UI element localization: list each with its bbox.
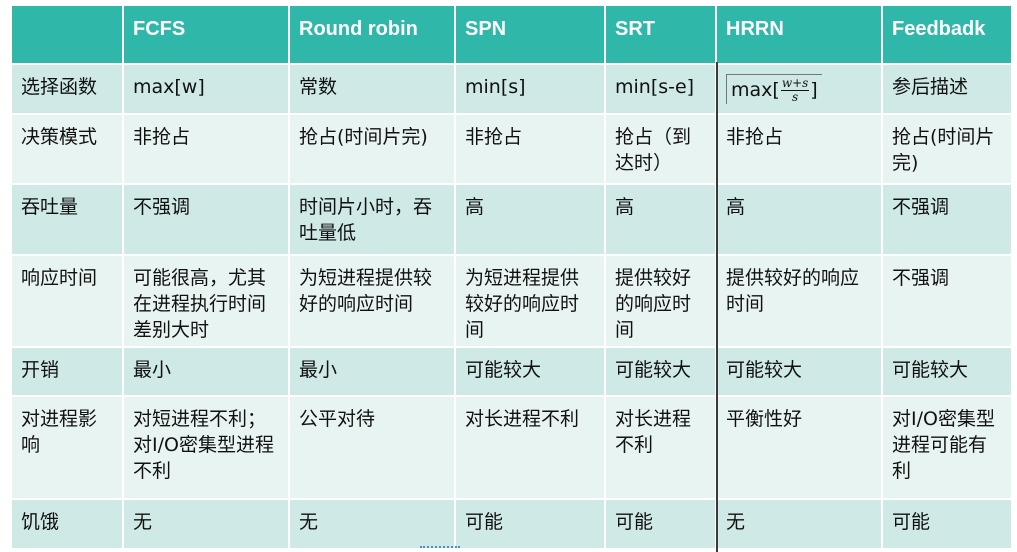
table-cell: 对长进程不利 [605, 396, 717, 500]
formula-fraction: w+s s [780, 76, 810, 104]
table-row: 对进程影响 对短进程不利；对I/O密集型进程不利 公平对待 对长进程不利 对长进… [12, 396, 1013, 500]
table-cell: 抢占(时间片完) [882, 114, 1013, 185]
row-label: 响应时间 [12, 255, 124, 348]
table-cell: 抢占（到达时） [605, 114, 717, 185]
header-cell-feedback: Feedbadk [882, 6, 1013, 65]
table-cell: 公平对待 [289, 396, 456, 500]
table-cell: max[w] [123, 64, 290, 115]
table-cell: 不强调 [123, 184, 290, 256]
header-cell-round-robin: Round robin [289, 6, 456, 65]
table-cell: 对短进程不利；对I/O密集型进程不利 [123, 396, 290, 500]
table-cell: 可能 [605, 499, 717, 550]
table-cell: 可能较大 [882, 347, 1013, 397]
table-cell: 提供较好的响应时间 [716, 255, 883, 348]
table-cell: 平衡性好 [716, 396, 883, 500]
table-cell: 时间片小时，吞吐量低 [289, 184, 456, 256]
table-row: 选择函数 max[w] 常数 min[s] min[s-e] max[w+s s]… [12, 64, 1013, 115]
table-cell: 不强调 [882, 184, 1013, 256]
page: FCFS Round robin SPN SRT HRRN Feedbadk 选… [0, 0, 1017, 552]
row-label: 饥饿 [12, 499, 124, 550]
table-row: 开销 最小 最小 可能较大 可能较大 可能较大 可能较大 [12, 347, 1013, 397]
table-cell: 抢占(时间片完) [289, 114, 456, 185]
table-cell: 对I/O密集型进程可能有利 [882, 396, 1013, 500]
table-cell: 可能 [882, 499, 1013, 550]
row-label: 开销 [12, 347, 124, 397]
header-cell-fcfs: FCFS [123, 6, 290, 65]
table-cell: 可能 [455, 499, 606, 550]
row-label: 决策模式 [12, 114, 124, 185]
table-row: 吞吐量 不强调 时间片小时，吞吐量低 高 高 高 不强调 [12, 184, 1013, 256]
formula-denominator: s [791, 90, 799, 104]
header-cell-hrrn: HRRN [716, 6, 883, 65]
table-cell: 常数 [289, 64, 456, 115]
header-row: FCFS Round robin SPN SRT HRRN Feedbadk [12, 6, 1013, 65]
row-label: 对进程影响 [12, 396, 124, 500]
table-row: 决策模式 非抢占 抢占(时间片完) 非抢占 抢占（到达时） 非抢占 抢占(时间片… [12, 114, 1013, 185]
table-cell: 高 [455, 184, 606, 256]
table-cell: 对长进程不利 [455, 396, 606, 500]
table-cell: 提供较好的响应时间 [605, 255, 717, 348]
table-cell: 无 [123, 499, 290, 550]
table-cell: 不强调 [882, 255, 1013, 348]
table-cell-hrrn-formula: max[w+s s] [716, 64, 883, 115]
formula-prefix: max[ [731, 79, 780, 101]
table-cell: 为短进程提供较好的响应时间 [289, 255, 456, 348]
table-cell: 无 [716, 499, 883, 550]
table-cell: 高 [716, 184, 883, 256]
row-label: 吞吐量 [12, 184, 124, 256]
formula-numerator: w+s [780, 76, 810, 91]
row-label: 选择函数 [12, 64, 124, 115]
table-cell: 非抢占 [455, 114, 606, 185]
table-cell: 高 [605, 184, 717, 256]
table-cell: 可能较大 [716, 347, 883, 397]
table-cell: min[s-e] [605, 64, 717, 115]
table-cell: min[s] [455, 64, 606, 115]
table-cell: 为短进程提供较好的响应时间 [455, 255, 606, 348]
table-cell: 参后描述 [882, 64, 1013, 115]
scheduling-comparison-table: FCFS Round robin SPN SRT HRRN Feedbadk 选… [12, 6, 1013, 550]
table-cell: 最小 [123, 347, 290, 397]
table-cell: 可能较大 [455, 347, 606, 397]
table-cell: 无 [289, 499, 456, 550]
table-cell: 可能很高，尤其在进程执行时间差别大时 [123, 255, 290, 348]
table-cell: 非抢占 [716, 114, 883, 185]
table-row: 响应时间 可能很高，尤其在进程执行时间差别大时 为短进程提供较好的响应时间 为短… [12, 255, 1013, 348]
table-cell: 可能较大 [605, 347, 717, 397]
header-cell-corner [12, 6, 124, 65]
table-cell: 非抢占 [123, 114, 290, 185]
formula-suffix: ] [810, 79, 818, 101]
column-divider-line [716, 62, 718, 552]
decorative-dots [420, 546, 460, 552]
formula: max[w+s s] [726, 74, 822, 104]
header-cell-spn: SPN [455, 6, 606, 65]
table-cell: 最小 [289, 347, 456, 397]
header-cell-srt: SRT [605, 6, 717, 65]
table-row: 饥饿 无 无 可能 可能 无 可能 [12, 499, 1013, 550]
